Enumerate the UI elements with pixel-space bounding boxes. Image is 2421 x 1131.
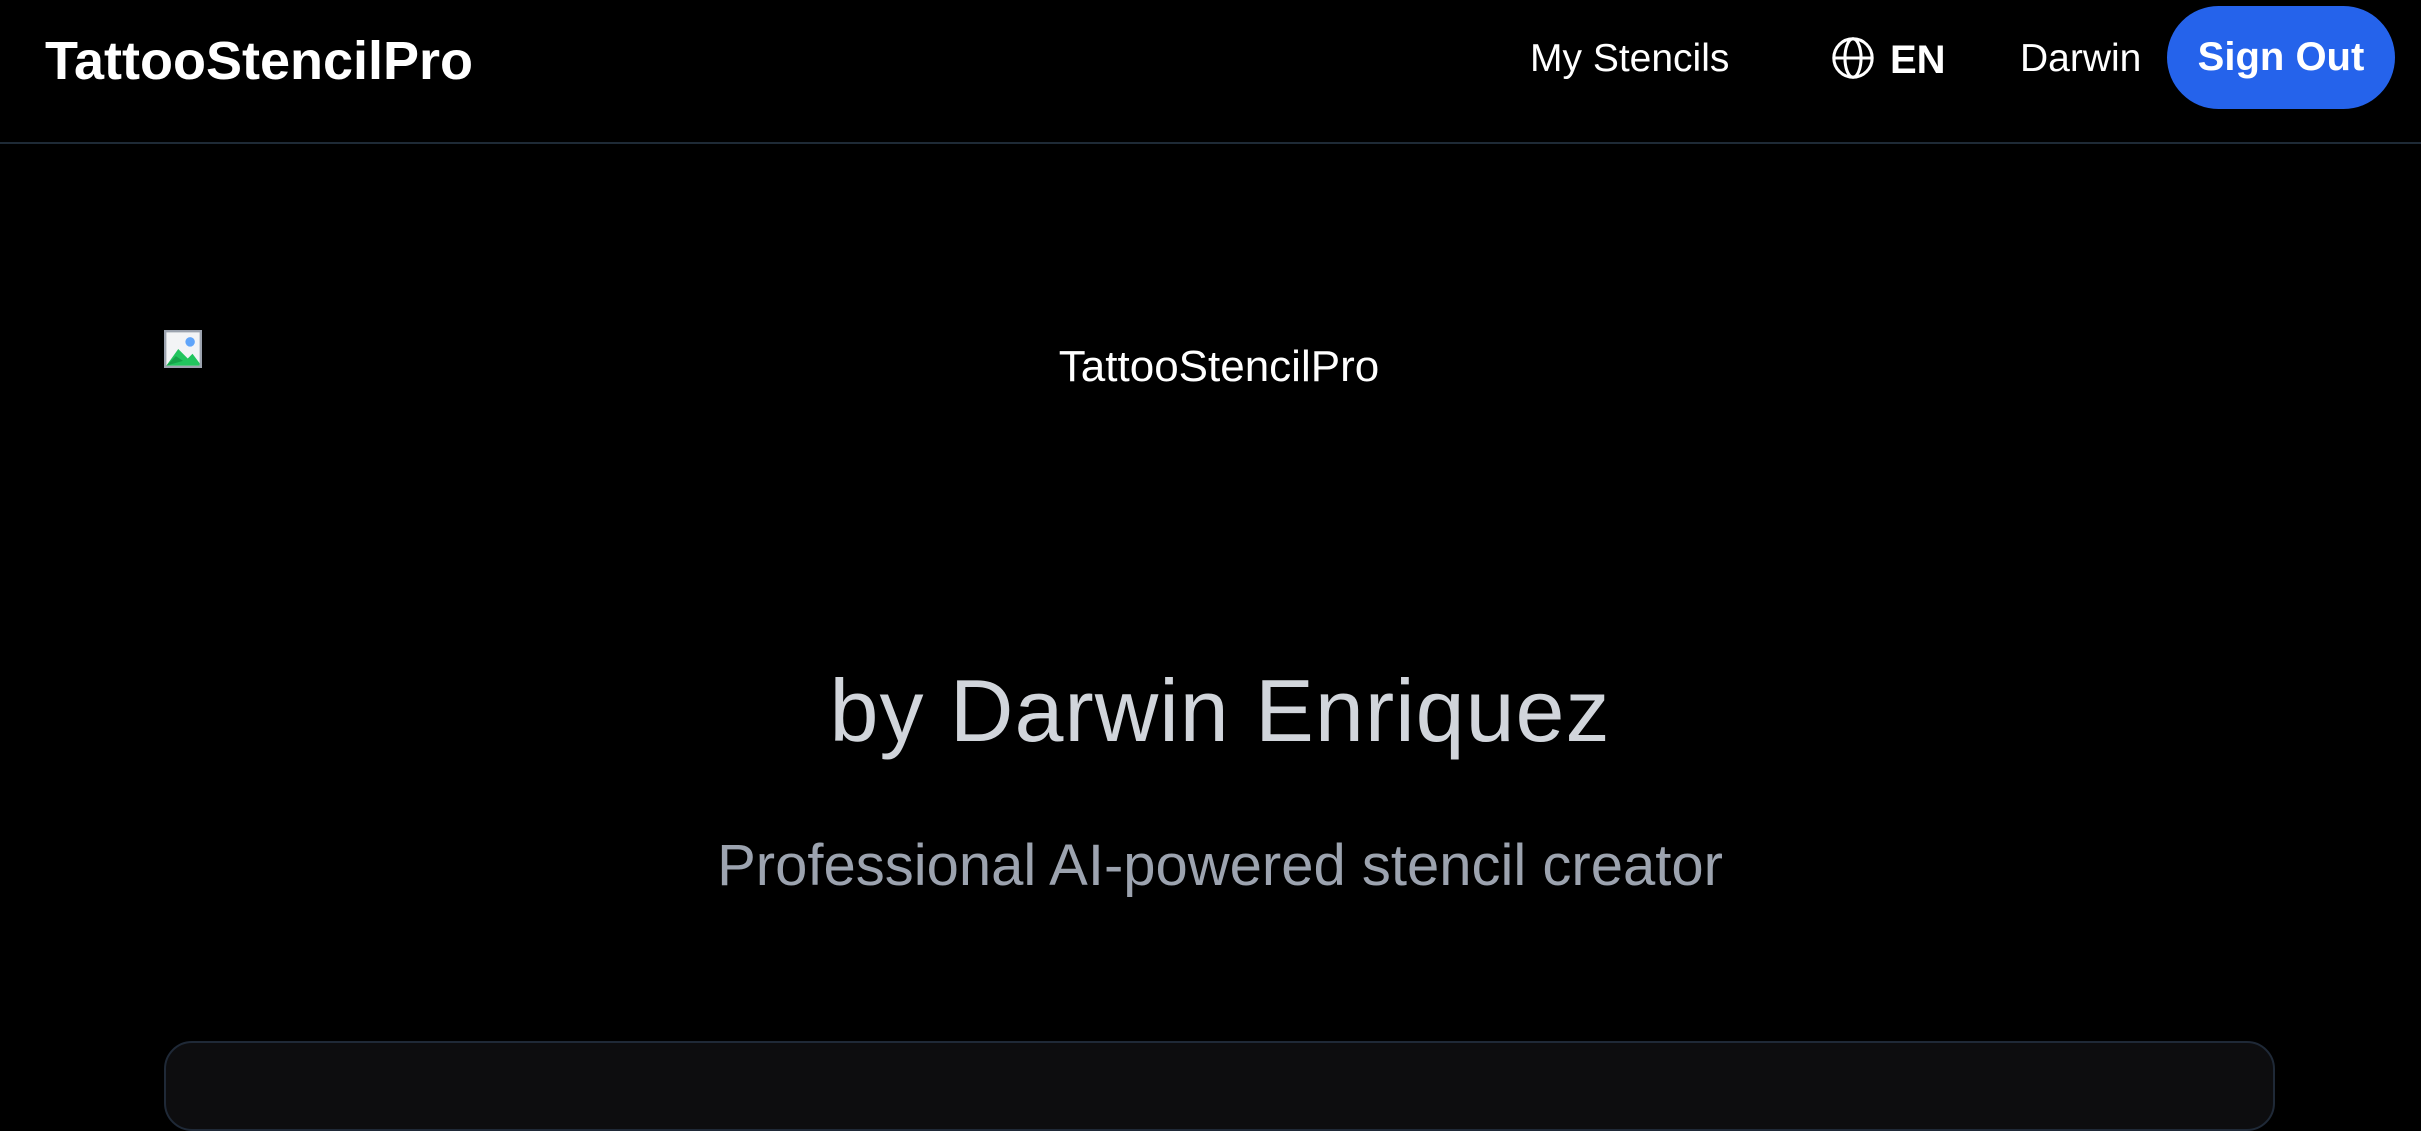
sign-out-button[interactable]: Sign Out [2167,6,2395,109]
globe-icon [1830,35,1876,86]
nav-my-stencils-link[interactable]: My Stencils [1530,37,1729,81]
hero-logo-image: TattooStencilPro [164,330,2274,400]
brand-logo-link[interactable]: TattooStencilPro [45,30,473,92]
author-byline: by Darwin Enriquez [829,661,1611,760]
hero-tagline: Professional AI-powered stencil creator [717,833,1723,898]
top-navbar: TattooStencilPro My Stencils EN Darwin S… [0,0,2421,144]
language-selector[interactable]: EN [1830,32,1946,88]
content-panel [164,1041,2275,1131]
language-label: EN [1890,37,1946,82]
user-name: Darwin [2020,37,2142,80]
logo-alt-text: TattooStencilPro [1058,342,1380,391]
